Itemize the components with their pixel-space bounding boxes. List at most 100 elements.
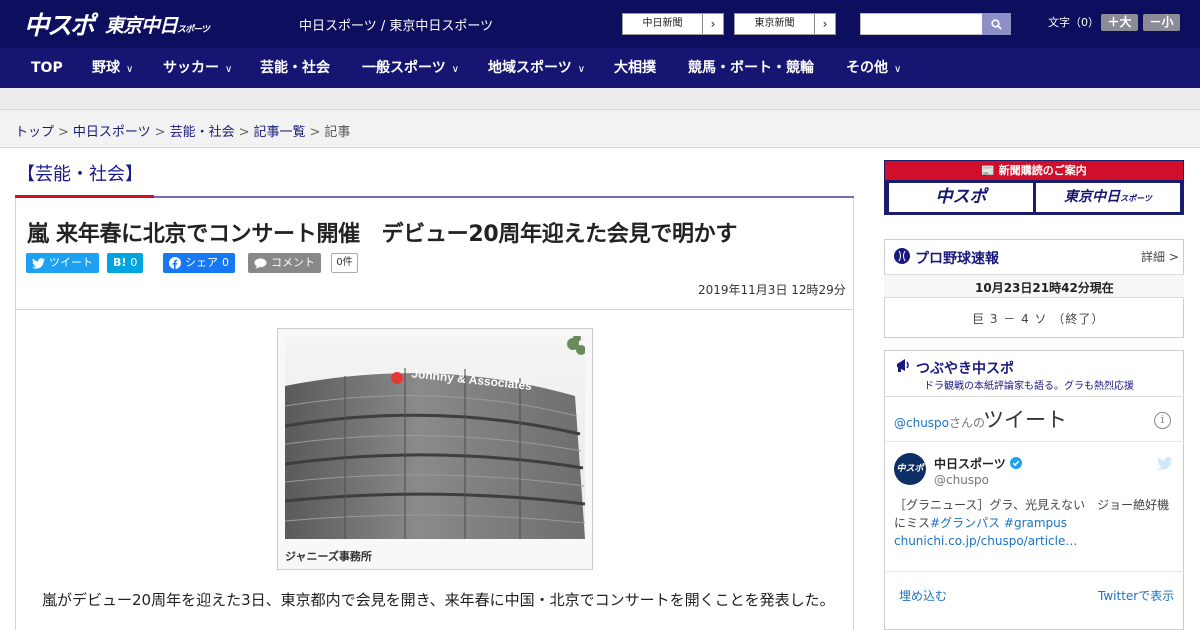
subscribe-chuspo-button[interactable]: 中スポ: [889, 183, 1033, 212]
facebook-share-button[interactable]: シェア 0: [163, 253, 235, 273]
tokyo-shimbun-button[interactable]: 東京新聞 ›: [734, 13, 836, 35]
info-icon[interactable]: i: [1154, 412, 1171, 429]
breadcrumb: トップ > 中日スポーツ > 芸能・社会 > 記事一覧 > 記事: [15, 121, 350, 140]
twitter-bird-icon: [32, 257, 45, 269]
twitter-bird-icon: [1157, 455, 1173, 474]
logo-tokyo-chunichi[interactable]: 東京中日スポーツ: [105, 11, 210, 38]
nav-item-soccer[interactable]: サッカー ∨: [163, 48, 232, 88]
hatena-bookmark-button[interactable]: B! 0: [107, 253, 144, 273]
baseball-detail-link[interactable]: 詳細 >: [1141, 248, 1179, 265]
section-label[interactable]: 【芸能・社会】: [17, 160, 143, 186]
chevron-down-icon: ∨: [451, 64, 460, 75]
view-on-twitter-link[interactable]: Twitterで表示: [1098, 587, 1174, 604]
logo-chuspo[interactable]: 中スポ: [24, 6, 95, 42]
site-links[interactable]: 中日スポーツ / 東京中日スポーツ: [299, 15, 493, 34]
tweet-author-handle[interactable]: @chuspo: [934, 473, 989, 487]
embed-link[interactable]: 埋め込む: [899, 587, 947, 604]
chevron-right-icon: ›: [710, 17, 716, 31]
megaphone-icon: [895, 356, 911, 378]
subscribe-tokyo-text: 東京中日: [1064, 189, 1121, 205]
subscribe-tokyo-small: スポーツ: [1120, 194, 1152, 203]
nav-item-label: その他: [846, 60, 888, 76]
chevron-down-icon: ∨: [894, 64, 902, 75]
font-smaller-button[interactable]: －小: [1143, 14, 1180, 31]
subscribe-tokyo-button[interactable]: 東京中日スポーツ: [1036, 183, 1180, 212]
tweet-widget-subtitle: ドラ観戦の本紙評論家も語る。グラも熱烈応援: [924, 381, 1134, 392]
article-headline: 嵐 来年春に北京でコンサート開催 デビュー20周年迎えた会見で明かす: [27, 222, 738, 247]
twitter-handle-header[interactable]: @chuspoさんの: [894, 414, 985, 431]
breadcrumb-list[interactable]: 記事一覧: [254, 125, 306, 140]
breadcrumb-top[interactable]: トップ: [15, 125, 54, 140]
divider: [884, 396, 1184, 397]
comment-button[interactable]: コメント: [248, 253, 321, 273]
tweet-widget-title: つぶやき中スポ: [916, 361, 1014, 377]
nav-item-general-sports[interactable]: 一般スポーツ ∨: [362, 48, 459, 88]
article-divider: [15, 309, 854, 310]
divider: [884, 441, 1184, 442]
tweet-label: ツイート: [49, 256, 93, 269]
article-link[interactable]: chunichi.co.jp/chuspo/article…: [894, 534, 1077, 548]
newspaper-icon: 📰: [981, 164, 995, 177]
facebook-share-label: シェア: [185, 256, 218, 269]
hashtag-link[interactable]: #グランパス: [930, 516, 1000, 530]
johnny-associates-building-photo[interactable]: Johnny & Associates: [285, 336, 585, 539]
baseball-title: プロ野球速報: [915, 251, 999, 267]
verified-badge-icon: [1009, 457, 1022, 469]
top-header: 中スポ 東京中日スポーツ 中日スポーツ / 東京中日スポーツ 中日新聞 › 東京…: [0, 0, 1200, 48]
breadcrumb-section[interactable]: 芸能・社会: [170, 125, 235, 140]
chevron-right-icon: ›: [822, 17, 828, 31]
hashtag-link[interactable]: #grampus: [1004, 516, 1067, 530]
baseball-score[interactable]: 巨 3 － 4 ソ （終了）: [972, 310, 1104, 327]
avatar[interactable]: 中スポ: [894, 453, 926, 485]
chevron-down-icon: ∨: [577, 64, 586, 75]
chunichi-shimbun-button[interactable]: 中日新聞 ›: [622, 13, 724, 35]
chunichi-shimbun-label: 中日新聞: [623, 14, 703, 34]
font-larger-button[interactable]: ＋大: [1101, 14, 1138, 31]
breadcrumb-current: 記事: [324, 125, 351, 140]
article-body: 嵐がデビュー20周年を迎えた3日、東京都内で会見を開き、来年春に中国・北京でコン…: [42, 591, 835, 609]
nav-item-top[interactable]: TOP: [31, 48, 63, 88]
comment-label: コメント: [271, 256, 315, 269]
nav-item-sumo[interactable]: 大相撲: [614, 48, 656, 88]
nav-item-label: TOP: [31, 60, 63, 76]
comment-count: 0件: [331, 253, 358, 273]
nav-item-racing[interactable]: 競馬・ボート・競輪: [688, 48, 814, 88]
twitter-handle: @chuspo: [894, 416, 950, 430]
hatena-icon: B!: [113, 256, 127, 269]
tweet-button[interactable]: ツイート: [26, 253, 99, 273]
nav-item-label: 地域スポーツ: [488, 60, 572, 76]
search-input[interactable]: [860, 13, 983, 35]
nav-item-label: 一般スポーツ: [362, 60, 446, 76]
facebook-share-count: 0: [222, 256, 229, 269]
nav-item-regional-sports[interactable]: 地域スポーツ ∨: [488, 48, 585, 88]
breadcrumb-sep: >: [238, 125, 250, 140]
breadcrumb-sep: >: [154, 125, 166, 140]
hatena-count: 0: [130, 256, 138, 269]
nav-item-entertainment[interactable]: 芸能・社会: [260, 48, 330, 88]
subscription-title-text: 新聞購読のご案内: [998, 164, 1087, 177]
tweet-body: ［グラニュース］グラ、光見えない ジョー絶好機にミス#グランパス #grampu…: [894, 496, 1174, 550]
nav-item-baseball[interactable]: 野球 ∨: [92, 48, 133, 88]
site-logo[interactable]: 中スポ 東京中日スポーツ: [24, 6, 210, 42]
nav-item-other[interactable]: その他 ∨: [846, 48, 901, 88]
search-icon: [991, 18, 1002, 30]
baseball-time: 10月23日21時42分現在: [975, 281, 1114, 295]
photo-caption: ジャニーズ事務所: [285, 550, 372, 563]
facebook-icon: [169, 257, 181, 269]
baseball-icon: [894, 248, 910, 264]
tokyo-shimbun-label: 東京新聞: [735, 14, 815, 34]
nav-item-label: 大相撲: [614, 60, 656, 76]
divider: [884, 571, 1184, 572]
logo-tokyo-text: 東京中日: [105, 14, 178, 37]
main-nav: TOP 野球 ∨ サッカー ∨ 芸能・社会 一般スポーツ ∨ 地域スポーツ ∨ 大相撲 …: [0, 48, 1200, 88]
tweet-author-name[interactable]: 中日スポーツ: [934, 455, 1022, 472]
subscription-title: 📰 新聞購読のご案内: [885, 161, 1183, 180]
breadcrumb-sep: >: [309, 125, 321, 140]
nav-item-label: サッカー: [163, 60, 219, 76]
subscription-banner[interactable]: 📰 新聞購読のご案内 中スポ 東京中日スポーツ: [884, 160, 1184, 215]
breadcrumb-chunichi-sports[interactable]: 中日スポーツ: [73, 125, 151, 140]
chevron-down-icon: ∨: [225, 64, 233, 75]
speech-bubble-icon: [254, 257, 267, 269]
chevron-down-icon: ∨: [126, 64, 134, 75]
search-button[interactable]: [982, 13, 1011, 35]
